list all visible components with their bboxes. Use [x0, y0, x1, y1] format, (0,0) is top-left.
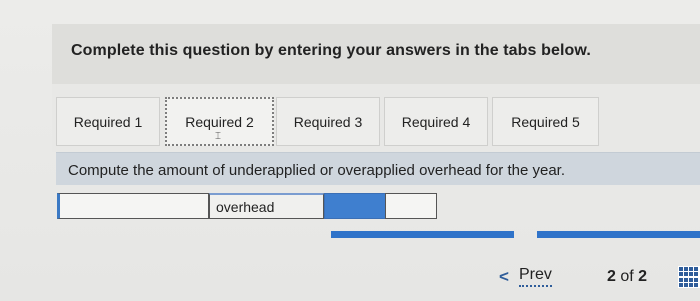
question-prompt: Compute the amount of underapplied or ov…: [68, 162, 565, 179]
question-panel: Complete this question by entering your …: [0, 0, 700, 301]
overhead-label: overhead: [209, 193, 324, 219]
tab-required-4[interactable]: Required 4: [384, 97, 488, 146]
chevron-left-icon: <: [499, 266, 509, 286]
total-pages: 2: [638, 268, 648, 285]
prev-label: Prev: [518, 266, 552, 287]
current-page: 2: [607, 268, 616, 285]
progress-bar-left: [331, 231, 514, 238]
overhead-amount-highlight: [325, 194, 385, 218]
progress-bar-right: [537, 231, 700, 238]
tab-required-2-label: Required 2: [185, 113, 254, 130]
text-cursor-icon: ⌶: [215, 131, 221, 142]
tab-required-5[interactable]: Required 5: [492, 97, 599, 146]
page-indicator: 2 of 2: [607, 268, 647, 286]
answer-row: overhead: [57, 193, 437, 219]
prev-button[interactable]: < Prev: [499, 266, 552, 287]
grid-icon[interactable]: [678, 266, 700, 288]
answer-select-input[interactable]: [57, 193, 209, 219]
instruction-text: Complete this question by entering your …: [71, 42, 591, 59]
tab-required-3[interactable]: Required 3: [276, 97, 380, 146]
tab-required-2[interactable]: Required 2 ⌶: [165, 97, 274, 146]
page-separator: of: [620, 268, 634, 285]
tab-required-1[interactable]: Required 1: [56, 97, 160, 146]
overhead-amount-input[interactable]: [385, 193, 437, 219]
overhead-amount-cell: [324, 193, 437, 219]
